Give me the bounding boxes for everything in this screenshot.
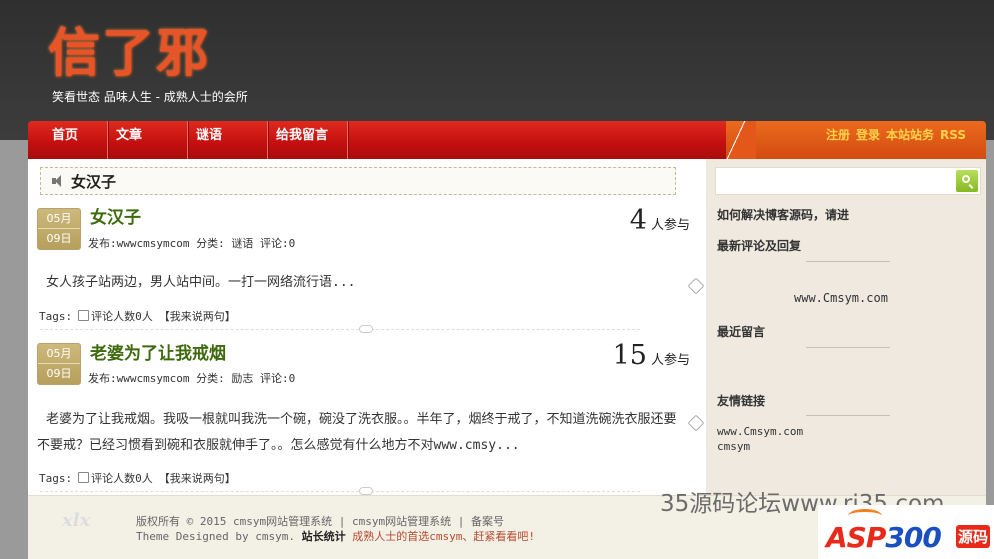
footer-stats-link[interactable]: 站长统计	[302, 530, 346, 543]
breadcrumb: 女汉子	[40, 167, 676, 195]
friend-link[interactable]: cmsym	[717, 440, 750, 453]
tags-label: Tags:	[39, 471, 73, 485]
footer-slogan: 成熟人士的首选cmsym、赶紧看看吧!	[352, 530, 535, 543]
participant-number: 15	[612, 340, 647, 371]
participant-count: 15 人参与	[613, 340, 690, 371]
participant-number: 4	[629, 205, 647, 236]
post-separator	[40, 325, 640, 333]
comment-count[interactable]: 评论人数0人	[78, 470, 153, 486]
recent-messages-heading: 最近留言	[717, 325, 766, 339]
nav-user-links: 注册 登录 本站站务 RSS	[826, 121, 966, 151]
sidebar-rule	[806, 347, 890, 348]
post-title[interactable]: 老婆为了让我戒烟	[90, 339, 226, 364]
comment-count-text: 评论人数0人	[91, 310, 153, 323]
comment-icon	[78, 472, 90, 483]
login-link[interactable]: 登录	[856, 121, 880, 151]
comment-count[interactable]: 评论人数0人	[78, 308, 153, 324]
comment-count-text: 评论人数0人	[91, 472, 153, 485]
header-band: 信了邪 笑看世态 品味人生 - 成熟人士的会所	[0, 0, 994, 140]
separator-knot	[359, 487, 373, 495]
footer-logo: xlx	[62, 510, 91, 531]
nav-divider-slash	[716, 121, 756, 159]
footer-theme-credit: Theme Designed by cmsym.	[136, 530, 295, 543]
nav-item-articles[interactable]: 文章	[108, 121, 188, 159]
footer-copyright: 版权所有 © 2015 cmsym网站管理系统 | cmsym网站管理系统 | …	[136, 515, 504, 528]
speaker-icon	[51, 174, 65, 188]
post-separator	[40, 487, 640, 495]
reply-link[interactable]: 【我来说两句】	[159, 470, 236, 486]
post-meta: 发布:wwwcmsymcom 分类: 励志 评论:0	[88, 372, 296, 385]
site-logo[interactable]: 信了邪	[48, 24, 210, 84]
site-tagline: 笑看世态 品味人生 - 成熟人士的会所	[52, 90, 248, 104]
search-icon	[962, 175, 970, 183]
tags-label: Tags:	[39, 309, 73, 323]
post-excerpt: 女人孩子站两边，男人站中间。一打一网络流行语...	[46, 275, 356, 290]
latest-comments-heading: 最新评论及回复	[717, 239, 802, 253]
asp300-logo: ASP300 源码	[818, 505, 994, 559]
date-month: 05月	[38, 209, 80, 229]
asp300-badge: 源码	[955, 525, 990, 548]
post-excerpt: 老婆为了让我戒烟。我吸一根就叫我洗一个碗，碗没了洗衣服。。半年了，烟终于戒了，不…	[37, 412, 677, 453]
sidebar-rule	[806, 415, 890, 416]
date-badge: 05月 09日	[37, 208, 81, 250]
post-meta: 发布:wwwcmsymcom 分类: 谜语 评论:0	[88, 237, 296, 250]
reply-link[interactable]: 【我来说两句】	[159, 308, 236, 324]
nav-item-guestbook[interactable]: 给我留言	[268, 121, 348, 159]
breadcrumb-title: 女汉子	[71, 172, 117, 191]
howto-heading[interactable]: 如何解决博客源码，请进	[717, 206, 849, 223]
post-tags: Tags: 评论人数0人 【我来说两句】	[39, 308, 236, 324]
latest-comment-link[interactable]: www.Cmsym.com	[794, 291, 888, 305]
date-month: 05月	[38, 344, 80, 364]
footer-credits: Theme Designed by cmsym. 站长统计 成熟人士的首选cms…	[136, 528, 535, 544]
paperclip-icon	[687, 277, 705, 295]
friend-links-heading: 友情链接	[717, 394, 766, 408]
comment-icon	[78, 310, 90, 321]
participant-count: 4 人参与	[630, 205, 690, 236]
main-nav: 首页 文章 谜语 给我留言 注册 登录 本站站务 RSS	[28, 121, 986, 159]
separator-knot	[359, 325, 373, 333]
date-day: 09日	[46, 232, 72, 245]
participant-label: 人参与	[650, 353, 690, 368]
nav-items: 首页 文章 谜语 给我留言	[28, 121, 348, 159]
sidebar: 如何解决博客源码，请进 最新评论及回复 www.Cmsym.com 最近留言 友…	[706, 159, 986, 495]
register-link[interactable]: 注册	[826, 121, 850, 151]
date-day: 09日	[46, 367, 72, 380]
post-title[interactable]: 女汉子	[90, 203, 141, 228]
search-button[interactable]	[956, 170, 978, 192]
asp300-blue: 300	[885, 521, 941, 554]
asp300-wordmark: ASP300	[826, 521, 942, 554]
paperclip-icon	[687, 414, 705, 432]
rss-link[interactable]: RSS	[940, 121, 966, 151]
friend-link[interactable]: www.Cmsym.com	[717, 425, 803, 438]
sidebar-rule	[806, 261, 890, 262]
search-input[interactable]	[715, 167, 981, 195]
nav-item-home[interactable]: 首页	[28, 121, 108, 159]
site-affairs-link[interactable]: 本站站务	[886, 121, 934, 151]
date-badge: 05月 09日	[37, 343, 81, 385]
participant-label: 人参与	[650, 218, 690, 233]
main-content: 女汉子 05月 09日 女汉子 发布:wwwcmsymcom 分类: 谜语 评论…	[28, 159, 706, 495]
asp300-red: ASP	[826, 521, 886, 554]
nav-item-riddles[interactable]: 谜语	[188, 121, 268, 159]
post-tags: Tags: 评论人数0人 【我来说两句】	[39, 470, 236, 486]
